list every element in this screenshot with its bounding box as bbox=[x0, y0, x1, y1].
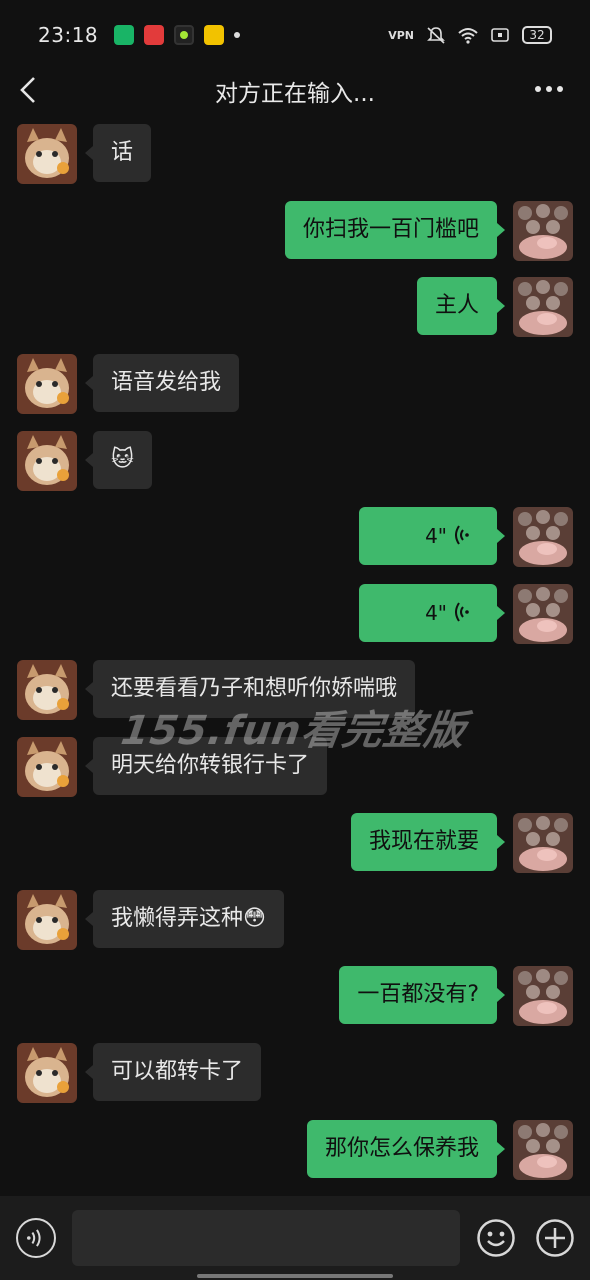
contact-avatar[interactable] bbox=[17, 890, 77, 950]
text-message-bubble[interactable]: 话 bbox=[84, 124, 152, 182]
text-message-bubble[interactable]: 我懒得弄这种😳 bbox=[85, 890, 284, 948]
contact-avatar[interactable] bbox=[17, 737, 77, 797]
chat-header: 对方正在输入... bbox=[0, 70, 590, 110]
message-text: 你扫我一百门槛吧 bbox=[302, 217, 479, 242]
message-text: 主人 bbox=[434, 293, 479, 318]
notes-icon bbox=[204, 25, 225, 45]
contact-avatar[interactable] bbox=[17, 124, 77, 184]
message-row: 可以都转卡了 bbox=[0, 1043, 590, 1103]
my-avatar[interactable] bbox=[513, 1120, 573, 1180]
app-notification-icon bbox=[114, 25, 135, 45]
voice-input-icon[interactable] bbox=[16, 1218, 56, 1258]
dark-app-icon bbox=[174, 25, 195, 45]
notification-icons bbox=[114, 25, 241, 45]
message-row: 4" bbox=[0, 507, 590, 567]
emoji-message-bubble[interactable]: 🐱 bbox=[85, 431, 152, 489]
message-row: 🐱 bbox=[0, 431, 590, 491]
message-row: 4" bbox=[0, 584, 590, 644]
text-message-bubble[interactable]: 一百都没有? bbox=[339, 966, 505, 1024]
text-message-bubble[interactable]: 可以都转卡了 bbox=[84, 1043, 262, 1101]
my-avatar[interactable] bbox=[513, 277, 573, 337]
battery-indicator: 32 bbox=[522, 26, 552, 44]
message-text: 话 bbox=[111, 140, 134, 165]
text-message-bubble[interactable]: 我现在就要 bbox=[350, 813, 506, 871]
message-row: 一百都没有? bbox=[0, 966, 590, 1026]
message-row: 我现在就要 bbox=[0, 813, 590, 873]
contact-avatar[interactable] bbox=[17, 431, 77, 491]
voice-message-bubble[interactable]: 4" bbox=[359, 584, 505, 642]
screen-cast-icon bbox=[491, 28, 509, 42]
wifi-icon bbox=[458, 28, 478, 44]
message-text: 可以都转卡了 bbox=[111, 1059, 244, 1084]
message-text: 我懒得弄这种😳 bbox=[111, 906, 266, 931]
mute-icon bbox=[427, 27, 445, 44]
voice-message-bubble[interactable]: 4" bbox=[359, 507, 505, 565]
status-time: 23:18 bbox=[38, 23, 99, 47]
message-row: 我懒得弄这种😳 bbox=[0, 890, 590, 950]
message-text: 🐱 bbox=[111, 447, 134, 472]
message-row: 主人 bbox=[0, 277, 590, 337]
message-text: 那你怎么保养我 bbox=[324, 1136, 479, 1161]
my-avatar[interactable] bbox=[513, 201, 573, 261]
my-avatar[interactable] bbox=[513, 813, 573, 873]
voice-wave-icon bbox=[455, 525, 469, 545]
more-options-icon[interactable] bbox=[534, 84, 564, 94]
text-message-bubble[interactable]: 语音发给我 bbox=[84, 354, 240, 412]
netease-music-icon bbox=[144, 25, 165, 45]
more-notifications-dot bbox=[234, 32, 241, 38]
text-message-bubble[interactable]: 主人 bbox=[416, 277, 506, 335]
message-row: 语音发给我 bbox=[0, 354, 590, 414]
voice-wave-icon bbox=[455, 602, 469, 622]
text-message-bubble[interactable]: 你扫我一百门槛吧 bbox=[284, 201, 506, 259]
message-row: 那你怎么保养我 bbox=[0, 1120, 590, 1180]
voice-duration: 4" bbox=[425, 524, 447, 548]
contact-avatar[interactable] bbox=[17, 660, 77, 720]
message-input[interactable] bbox=[72, 1210, 460, 1266]
watermark-text: 155.fun看完整版 bbox=[118, 708, 469, 754]
vpn-icon: VPN bbox=[388, 28, 414, 42]
status-right: VPN 32 bbox=[388, 26, 552, 44]
message-text: 语音发给我 bbox=[111, 370, 222, 395]
message-text: 明天给你转银行卡了 bbox=[111, 753, 310, 778]
input-bar bbox=[0, 1196, 590, 1280]
message-row: 话 bbox=[0, 124, 590, 184]
message-row: 你扫我一百门槛吧 bbox=[0, 201, 590, 261]
message-text: 我现在就要 bbox=[368, 829, 479, 854]
plus-more-icon[interactable] bbox=[535, 1218, 575, 1258]
chat-title: 对方正在输入... bbox=[215, 81, 375, 107]
message-text: 一百都没有? bbox=[357, 982, 479, 1007]
home-indicator bbox=[197, 1274, 393, 1278]
my-avatar[interactable] bbox=[513, 966, 573, 1026]
emoji-icon[interactable] bbox=[476, 1218, 516, 1258]
status-bar: 23:18 VPN 32 bbox=[0, 0, 590, 70]
contact-avatar[interactable] bbox=[17, 354, 77, 414]
contact-avatar[interactable] bbox=[17, 1043, 77, 1103]
my-avatar[interactable] bbox=[513, 507, 573, 567]
voice-duration: 4" bbox=[425, 601, 447, 625]
text-message-bubble[interactable]: 那你怎么保养我 bbox=[306, 1120, 506, 1178]
my-avatar[interactable] bbox=[513, 584, 573, 644]
